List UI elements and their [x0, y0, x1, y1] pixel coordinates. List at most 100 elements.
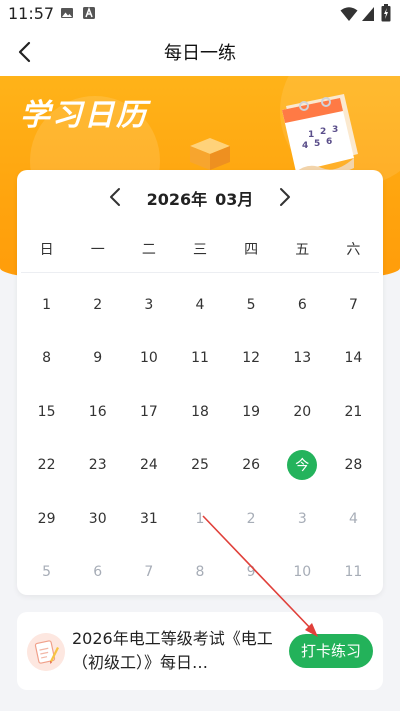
calendar-day[interactable]: 15	[21, 385, 72, 439]
calendar-day[interactable]: 5	[226, 278, 277, 332]
day-number: 9	[246, 564, 256, 581]
a-icon	[83, 6, 95, 19]
month-label: 2026年 03月	[17, 186, 383, 210]
day-number: 13	[293, 350, 312, 367]
calendar-day[interactable]: 4	[174, 278, 225, 332]
calendar-day[interactable]: 11	[328, 546, 379, 600]
exam-paper-icon	[27, 633, 65, 671]
calendar-day[interactable]: 16	[72, 385, 123, 439]
page-title: 每日一练	[164, 43, 236, 64]
day-number: 11	[191, 350, 209, 367]
day-number: 25	[191, 457, 209, 474]
day-number: 21	[344, 403, 363, 420]
calendar-day[interactable]: 9	[72, 332, 123, 386]
calendar-day[interactable]: 25	[174, 439, 225, 493]
daily-task-card[interactable]: 2026年电工等级考试《电工（初级工）》每日… 打卡练习	[17, 612, 383, 690]
day-number: 16	[88, 403, 107, 420]
day-number: 1	[195, 510, 205, 527]
desk-calendar-icon: 1 2 3 4 5 6	[282, 94, 358, 176]
check-in-practice-button[interactable]: 打卡练习	[289, 634, 373, 668]
weekday-label: 一	[90, 242, 105, 258]
day-number: 28	[344, 457, 363, 474]
task-title: 2026年电工等级考试《电工（初级工）》每日…	[72, 629, 273, 672]
calendar-day[interactable]: 7	[328, 278, 379, 332]
day-number: 14	[344, 350, 363, 367]
weekday-label: 六	[346, 242, 361, 258]
day-number: 20	[293, 403, 312, 420]
calendar-day[interactable]: 3	[277, 492, 328, 546]
day-number: 1	[42, 296, 52, 313]
calendar-day[interactable]: 20	[277, 385, 328, 439]
calendar-day[interactable]: 10	[277, 546, 328, 600]
cube-decoration-icon	[190, 138, 230, 170]
divider	[21, 272, 379, 273]
month-switcher: 2026年 03月	[17, 170, 383, 224]
nav-bar: 每日一练	[0, 28, 400, 76]
calendar-day[interactable]: 9	[226, 546, 277, 600]
calendar-day[interactable]: 5	[21, 546, 72, 600]
day-number: 10	[139, 350, 158, 367]
day-number: 29	[37, 510, 56, 527]
day-number: 3	[297, 510, 307, 527]
calendar-day[interactable]: 6	[72, 546, 123, 600]
calendar-day[interactable]: 6	[277, 278, 328, 332]
weekday-label: 四	[244, 242, 259, 258]
calendar-digit: 3	[332, 125, 338, 135]
calendar-day[interactable]: 1	[174, 492, 225, 546]
calendar-day[interactable]: 30	[72, 492, 123, 546]
calendar-day[interactable]: 22	[21, 439, 72, 493]
calendar-day[interactable]: 2	[226, 492, 277, 546]
calendar-day[interactable]: 19	[226, 385, 277, 439]
calendar-day[interactable]: 13	[277, 332, 328, 386]
calendar-day[interactable]: 17	[123, 385, 174, 439]
day-number: 26	[242, 457, 261, 474]
wifi-icon	[340, 7, 358, 21]
day-number: 15	[37, 403, 56, 420]
status-bar: 11:57	[0, 0, 400, 28]
day-number: 31	[139, 510, 158, 527]
calendar-day[interactable]: 8	[174, 546, 225, 600]
calendar-day[interactable]: 11	[174, 332, 225, 386]
day-number: 7	[348, 296, 358, 313]
day-number: 30	[88, 510, 107, 527]
calendar-day[interactable]: 8	[21, 332, 72, 386]
day-number: 9	[93, 350, 103, 367]
calendar-day[interactable]: 2	[72, 278, 123, 332]
calendar-day[interactable]: 31	[123, 492, 174, 546]
calendar-day[interactable]: 29	[21, 492, 72, 546]
calendar-day[interactable]: 7	[123, 546, 174, 600]
calendar-day[interactable]: 1	[21, 278, 72, 332]
calendar-day[interactable]: 28	[328, 439, 379, 493]
calendar-day[interactable]: 26	[226, 439, 277, 493]
calendar-day[interactable]: 4	[328, 492, 379, 546]
banner-title: 学习日历	[20, 98, 148, 133]
day-number: 7	[144, 564, 154, 581]
day-number: 17	[139, 403, 158, 420]
signal-icon	[362, 7, 374, 21]
day-number: 5	[246, 296, 256, 313]
day-number: 8	[42, 350, 52, 367]
calendar-day[interactable]: 12	[226, 332, 277, 386]
calendar-day[interactable]: 23	[72, 439, 123, 493]
weekday-header: 日 一 二 三 四 五 六	[21, 230, 379, 270]
calendar-day[interactable]: 24	[123, 439, 174, 493]
calendar-day[interactable]: 18	[174, 385, 225, 439]
calendar-day[interactable]: 14	[328, 332, 379, 386]
day-number: 24	[139, 457, 158, 474]
day-number: 11	[344, 564, 363, 581]
calendar-day[interactable]: 3	[123, 278, 174, 332]
calendar-day[interactable]: 21	[328, 385, 379, 439]
next-month-button[interactable]	[271, 184, 297, 210]
image-icon	[61, 8, 73, 18]
day-number: 5	[42, 564, 52, 581]
calendar-digit: 5	[314, 139, 320, 149]
calendar-digit: 6	[326, 137, 332, 147]
calendar-day[interactable]: 10	[123, 332, 174, 386]
day-number: 19	[242, 403, 261, 420]
day-number: 2	[93, 296, 103, 313]
month-value: 03月	[215, 190, 254, 209]
day-number: 22	[37, 457, 56, 474]
day-number: 3	[144, 296, 154, 313]
calendar-day-today[interactable]: 今	[277, 439, 328, 493]
day-number: 4	[195, 296, 205, 313]
